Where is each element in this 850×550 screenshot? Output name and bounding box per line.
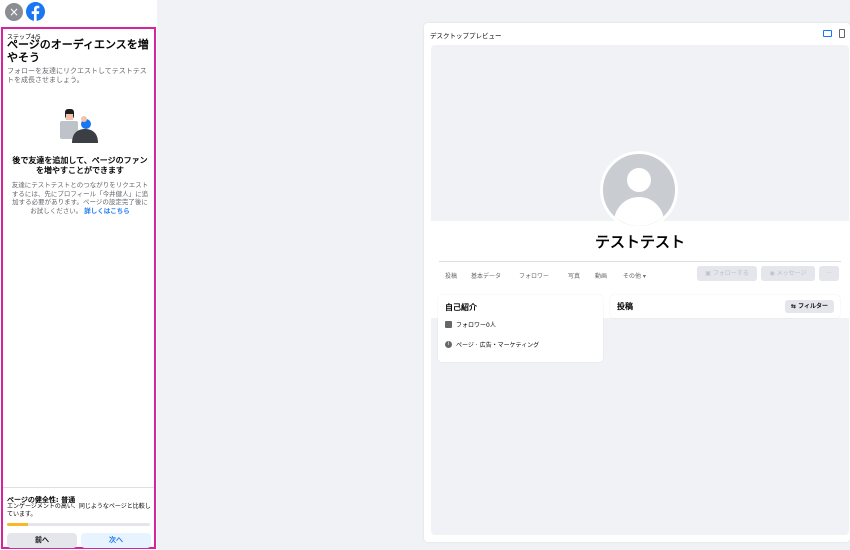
sidebar-topbar: ×: [0, 0, 157, 25]
page-name: テストテスト: [594, 233, 685, 251]
tab-about[interactable]: 基本データ: [471, 271, 501, 280]
avatar-body-icon: [614, 197, 664, 226]
promo-title: 後で友達を追加して、ページのファンを増やすことができます: [12, 156, 148, 175]
filter-button[interactable]: ⇆ フィルター: [784, 300, 834, 313]
setup-step-panel: ステップ4/5 ページのオーディエンスを増やそう フォローを友達にリクエストして…: [1, 27, 156, 549]
page-preview-canvas: テストテスト 投稿 基本データ フォロワー 写真 動画 その他 ▾ ▣ フォロー…: [431, 45, 849, 535]
follow-label: フォローする: [712, 270, 749, 277]
info-icon: i: [445, 341, 452, 348]
tab-photos[interactable]: 写真: [568, 271, 580, 280]
avatar-head-icon: [627, 168, 651, 192]
filter-label: フィルター: [798, 303, 828, 310]
followers-count: フォロワー0人: [456, 322, 496, 329]
messenger-icon: ◉: [769, 270, 777, 277]
profile-avatar: [600, 151, 678, 229]
setup-sidebar: × ステップ4/5 ページのオーディエンスを増やそう フォローを友達にリクエスト…: [0, 0, 157, 550]
facebook-logo-icon[interactable]: [26, 2, 45, 21]
next-button[interactable]: 次へ: [81, 533, 151, 548]
promo-body: 友達にテストテストとのつながりをリクエストするには、先にプロフィール「今井健人」…: [11, 181, 149, 215]
follow-button[interactable]: ▣ フォローする: [697, 266, 757, 281]
more-options-button[interactable]: ···: [819, 266, 839, 281]
preview-label: デスクトッププレビュー: [430, 32, 502, 40]
tab-more[interactable]: その他 ▾: [623, 271, 646, 280]
step-subtitle: フォローを友達にリクエストしてテストテストを成長させましょう。: [7, 67, 147, 84]
posts-card: 投稿 ⇆ フィルター: [610, 295, 840, 318]
followers-icon: [445, 321, 452, 328]
category-text: ページ · 広告・マーケティング: [456, 342, 540, 349]
learn-more-link[interactable]: 詳しくはこちら: [84, 207, 130, 215]
follow-icon: ▣: [705, 270, 713, 277]
back-button[interactable]: 前へ: [7, 533, 77, 548]
page-health-bar: [7, 523, 150, 526]
message-button[interactable]: ◉ メッセージ: [761, 266, 815, 281]
footer-divider: [3, 487, 154, 488]
message-label: メッセージ: [776, 270, 807, 277]
desktop-view-icon[interactable]: [823, 30, 832, 37]
page-health-fill: [7, 523, 29, 526]
intro-title: 自己紹介: [445, 303, 477, 312]
followers-row: フォロワー0人: [445, 320, 496, 329]
desktop-preview-card: デスクトッププレビュー テストテスト 投稿 基本データ フォロワー 写真 動画 …: [424, 23, 850, 542]
tab-posts[interactable]: 投稿: [445, 271, 457, 280]
tab-followers[interactable]: フォロワー: [519, 271, 549, 280]
page-health-description: エンゲージメントの高い、同じようなページと比較しています。: [7, 503, 151, 518]
posts-title: 投稿: [617, 302, 633, 311]
close-button[interactable]: ×: [5, 3, 23, 21]
mobile-view-icon[interactable]: [839, 29, 845, 38]
category-row: i ページ · 広告・マーケティング: [445, 340, 539, 349]
invite-friends-illustration-icon: [60, 109, 98, 143]
intro-card: 自己紹介 フォロワー0人 i ページ · 広告・マーケティング: [438, 295, 603, 362]
tab-videos[interactable]: 動画: [595, 271, 607, 280]
tabs-divider: [439, 261, 841, 262]
step-title: ページのオーディエンスを増やそう: [7, 38, 149, 64]
